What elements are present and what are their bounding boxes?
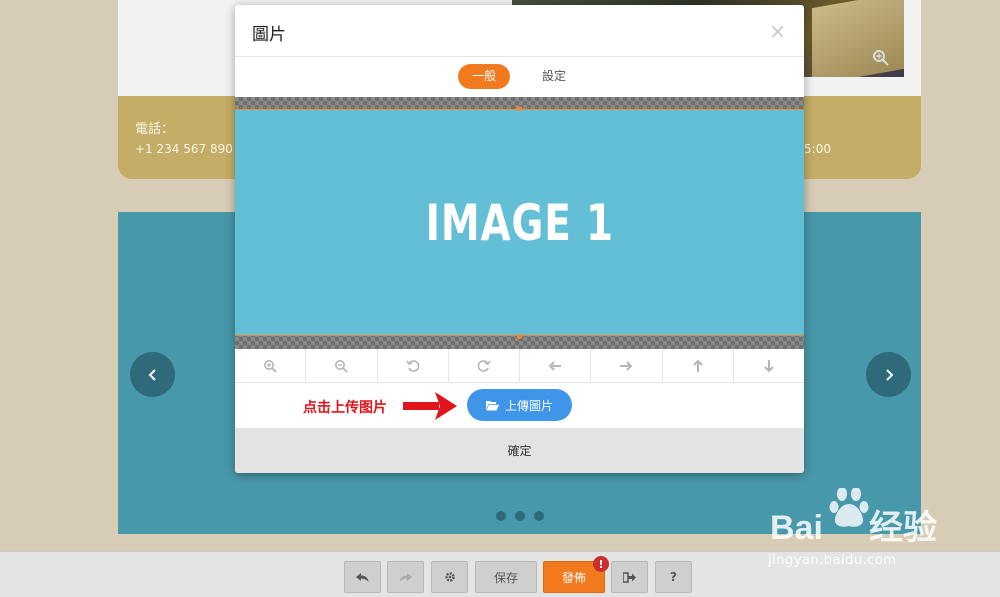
image-placeholder-text: IMAGE 1: [425, 193, 614, 252]
phone-number: +1 234 567 890: [135, 142, 233, 156]
rotate-left-icon: [405, 359, 419, 372]
image-dialog: 圖片 × 一般 設定 IMAGE 1 点击上传图片 上傳圖片 確定: [235, 5, 804, 473]
zoom-in-icon[interactable]: [872, 49, 890, 67]
dialog-title: 圖片: [252, 25, 286, 45]
chevron-right-icon: [885, 368, 893, 381]
tab-settings[interactable]: 設定: [533, 64, 575, 89]
close-icon[interactable]: ×: [769, 19, 786, 43]
arrow-up-icon: [692, 359, 703, 372]
undo-button[interactable]: [344, 561, 381, 593]
watermark-url: jingyan.baidu.com: [768, 553, 897, 568]
exit-button[interactable]: [611, 561, 648, 593]
slider-next-button[interactable]: [866, 352, 911, 397]
arrow-down-icon: [764, 359, 774, 372]
chevron-left-icon: [148, 368, 156, 381]
arrow-right-icon: [620, 360, 633, 371]
crop-handle-bottom[interactable]: [517, 334, 522, 339]
help-button[interactable]: ?: [655, 561, 692, 593]
confirm-label: 確定: [507, 444, 532, 458]
slider-dot[interactable]: [515, 511, 525, 521]
save-button[interactable]: 保存: [475, 561, 537, 593]
upload-button-label: 上傳圖片: [504, 398, 553, 413]
crop-handle-top[interactable]: [517, 106, 522, 111]
rotate-right-button[interactable]: [449, 349, 520, 382]
zoom-in-icon: [264, 359, 277, 373]
arrow-left-icon: [548, 360, 562, 371]
move-down-button[interactable]: [734, 349, 804, 382]
folder-open-icon: [485, 400, 499, 410]
move-up-button[interactable]: [663, 349, 734, 382]
rotate-left-button[interactable]: [378, 349, 449, 382]
redo-icon: [399, 572, 412, 582]
dialog-header: 圖片 ×: [235, 5, 804, 57]
upload-row: 点击上传图片 上傳圖片: [235, 383, 804, 428]
image-tool-row: [235, 349, 804, 383]
slider-dots: [496, 511, 544, 521]
slider-dot[interactable]: [534, 511, 544, 521]
slider-dot[interactable]: [496, 511, 506, 521]
hours-text: 5:00: [804, 142, 831, 156]
move-left-button[interactable]: [520, 349, 592, 382]
slider-prev-button[interactable]: [130, 352, 175, 397]
image-crop-canvas[interactable]: IMAGE 1: [235, 97, 804, 349]
zoom-out-icon: [335, 359, 349, 373]
dialog-tabs: 一般 設定: [235, 57, 804, 97]
zoom-in-button[interactable]: [235, 349, 307, 382]
svg-text:Bai: Bai: [770, 509, 823, 547]
rotate-right-icon: [477, 359, 491, 372]
phone-label: 電話：: [135, 122, 175, 137]
annotation-text: 点击上传图片: [303, 400, 387, 416]
image-preview[interactable]: IMAGE 1: [235, 109, 804, 336]
undo-icon: [356, 572, 369, 582]
zoom-out-button[interactable]: [306, 349, 378, 382]
move-right-button[interactable]: [591, 349, 663, 382]
annotation-arrow-icon: [403, 392, 457, 420]
redo-button[interactable]: [387, 561, 424, 593]
confirm-button[interactable]: 確定: [235, 428, 804, 473]
upload-image-button[interactable]: 上傳圖片: [467, 389, 572, 421]
tab-general[interactable]: 一般: [458, 64, 510, 89]
alert-badge: !: [593, 556, 609, 572]
sign-out-icon: [623, 571, 636, 583]
gear-icon: [444, 572, 455, 582]
svg-text:经验: 经验: [869, 508, 937, 547]
settings-button[interactable]: [431, 561, 468, 593]
